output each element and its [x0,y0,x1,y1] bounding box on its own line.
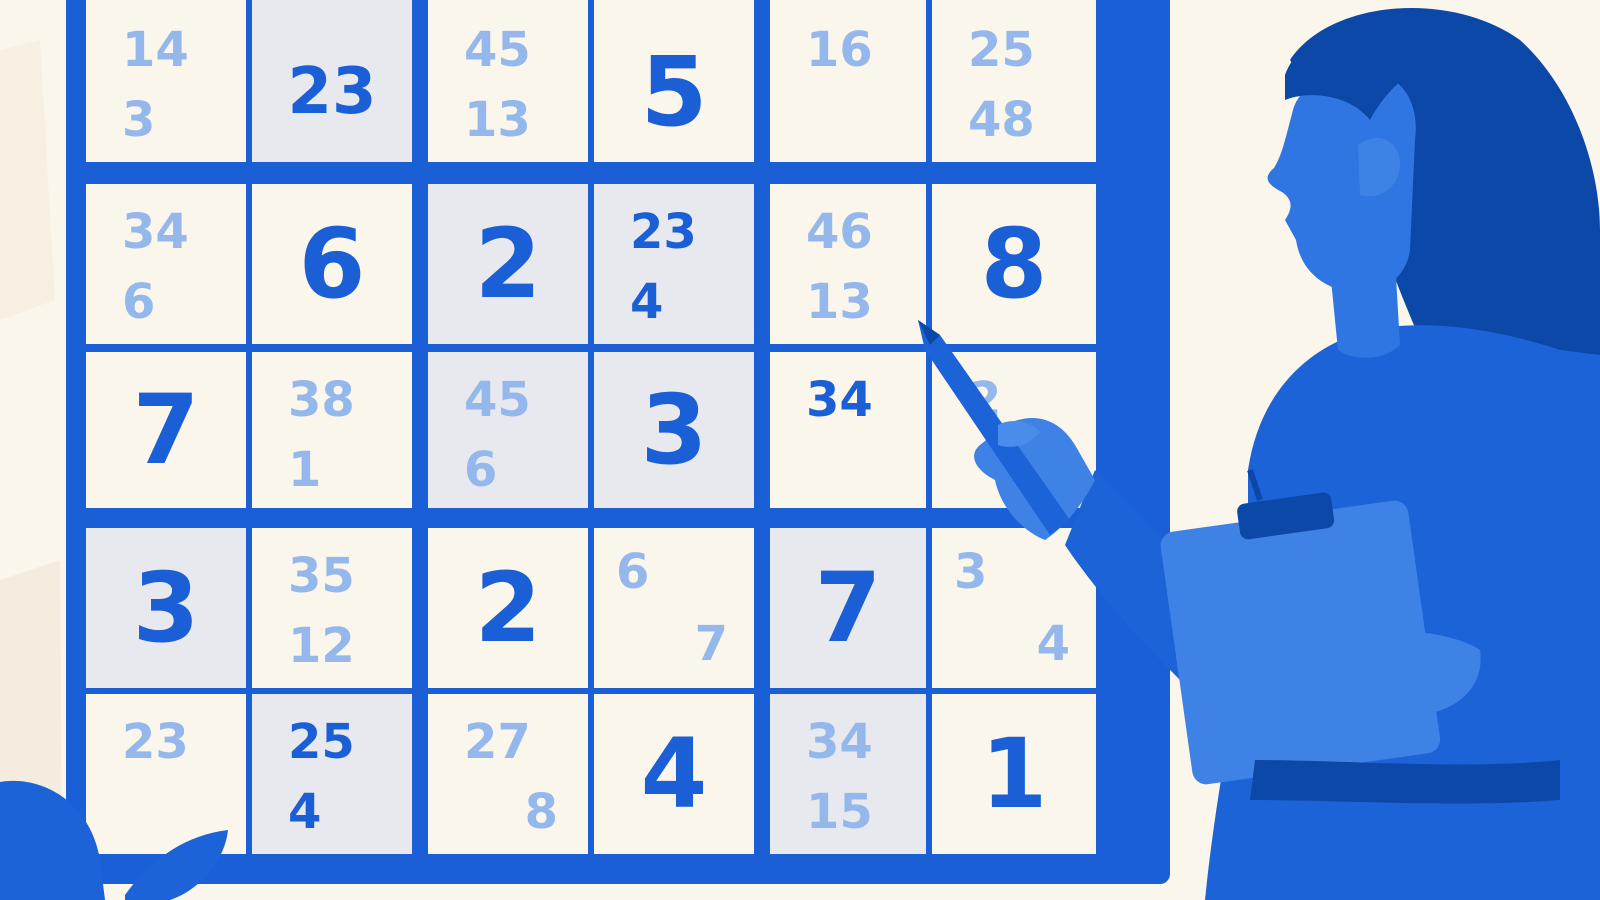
pencil-mark: 48 [968,92,1035,148]
pencil-mark: 3 [954,544,988,600]
pencil-mark: 3 [122,92,156,148]
pencil-marks: 34 [770,352,926,508]
sudoku-cell-r1c3[interactable]: 45 13 [428,0,588,162]
pencil-marks: 34 15 [770,694,926,854]
pencil-mark: 45 [464,372,531,428]
sudoku-cell-r3c1[interactable]: 7 [86,352,246,508]
pencil-marks: 25 48 [932,0,1096,162]
given-digit: 4 [640,718,708,830]
pencil-mark: 16 [806,22,873,78]
pencil-marks: 14 3 [86,0,246,162]
given-digit: 5 [640,36,708,148]
pencil-mark: 8 [524,784,558,840]
sudoku-cell-r5c6[interactable]: 1 [932,694,1096,854]
sudoku-cell-r5c4[interactable]: 4 [594,694,754,854]
pencil-marks: 45 13 [428,0,588,162]
pencil-mark: 4 [1036,616,1070,672]
given-digit: 2 [474,208,542,320]
sudoku-cell-r2c1[interactable]: 34 6 [86,184,246,344]
sudoku-cell-r2c3[interactable]: 2 [428,184,588,344]
pencil-mark: 46 [806,204,873,260]
sudoku-cell-r1c2[interactable]: 23 [252,0,412,162]
pencil-mark: 45 [464,22,531,78]
given-digit: 1 [980,718,1048,830]
pencil-mark: 15 [806,784,873,840]
given-digit: 7 [814,552,882,664]
sudoku-cell-r4c3[interactable]: 2 [428,528,588,688]
sudoku-cell-r4c1[interactable]: 3 [86,528,246,688]
pencil-marks: 45 6 [428,352,588,508]
sudoku-cell-r1c5[interactable]: 16 [770,0,926,162]
pencil-mark: 34 [806,714,873,770]
given-digit: 8 [980,208,1048,320]
pencil-marks: 67 [594,528,754,688]
sudoku-cell-r2c5[interactable]: 46 13 [770,184,926,344]
pencil-mark: 23 [630,204,697,260]
sudoku-cell-r1c6[interactable]: 25 48 [932,0,1096,162]
pencil-mark: 6 [122,274,156,330]
pencil-mark: 1 [288,442,322,498]
sudoku-cell-r1c1[interactable]: 14 3 [86,0,246,162]
pencil-marks: 23 [86,694,246,854]
pencil-marks: 34 [932,528,1096,688]
sudoku-cell-r2c6[interactable]: 8 [932,184,1096,344]
pencil-mark: 12 [288,618,355,674]
given-digit: 2 [474,552,542,664]
pencil-marks: 34 6 [86,184,246,344]
pencil-mark: 13 [806,274,873,330]
sudoku-cell-r5c3[interactable]: 27 8 [428,694,588,854]
sudoku-cell-r5c5[interactable]: 34 15 [770,694,926,854]
pencil-mark: 25 [968,22,1035,78]
pencil-mark: 2 [968,372,1002,428]
given-digit: 23 [287,55,377,129]
sudoku-cell-r3c6[interactable]: 2 [932,352,1096,508]
sudoku-cell-r3c4[interactable]: 3 [594,352,754,508]
pencil-mark: 14 [122,22,189,78]
pencil-marks: 16 [770,0,926,162]
pencil-mark: 13 [464,92,531,148]
sudoku-cell-r5c1[interactable]: 23 [86,694,246,854]
pencil-marks: 25 4 [252,694,412,854]
pencil-mark: 6 [464,442,498,498]
pencil-mark: 34 [806,372,873,428]
pencil-marks: 23 4 [594,184,754,344]
sudoku-cell-r1c4[interactable]: 5 [594,0,754,162]
pencil-mark: 27 [464,714,531,770]
sudoku-cell-r3c3[interactable]: 45 6 [428,352,588,508]
pencil-mark: 4 [630,274,664,330]
sudoku-cell-r2c4[interactable]: 23 4 [594,184,754,344]
sudoku-cell-r3c2[interactable]: 38 1 [252,352,412,508]
pencil-marks: 35 12 [252,528,412,688]
pencil-mark: 35 [288,548,355,604]
sudoku-cell-r4c5[interactable]: 7 [770,528,926,688]
pencil-marks: 2 [932,352,1096,508]
sudoku-cell-r4c4[interactable]: 67 [594,528,754,688]
pencil-mark: 25 [288,714,355,770]
given-digit: 7 [132,374,200,486]
sudoku-board: 14 3 23 45 13 5 16 25 48 34 6 6 2 23 4 46 13 8 7 38 1 45 6 3 34 2… [66,0,1170,884]
pencil-marks: 46 13 [770,184,926,344]
sudoku-cell-r4c6[interactable]: 34 [932,528,1096,688]
pencil-marks: 38 1 [252,352,412,508]
pencil-mark: 23 [122,714,189,770]
pencil-mark: 34 [122,204,189,260]
sudoku-cell-r5c2[interactable]: 25 4 [252,694,412,854]
given-digit: 3 [132,552,200,664]
pencil-mark: 6 [616,544,650,600]
sudoku-cell-r3c5[interactable]: 34 [770,352,926,508]
pencil-mark: 4 [288,784,322,840]
sudoku-cell-r4c2[interactable]: 35 12 [252,528,412,688]
given-digit: 3 [640,374,708,486]
sudoku-cell-r2c2[interactable]: 6 [252,184,412,344]
pencil-mark: 38 [288,372,355,428]
pencil-mark: 7 [694,616,728,672]
pencil-marks: 27 8 [428,694,588,854]
given-digit: 6 [298,208,366,320]
